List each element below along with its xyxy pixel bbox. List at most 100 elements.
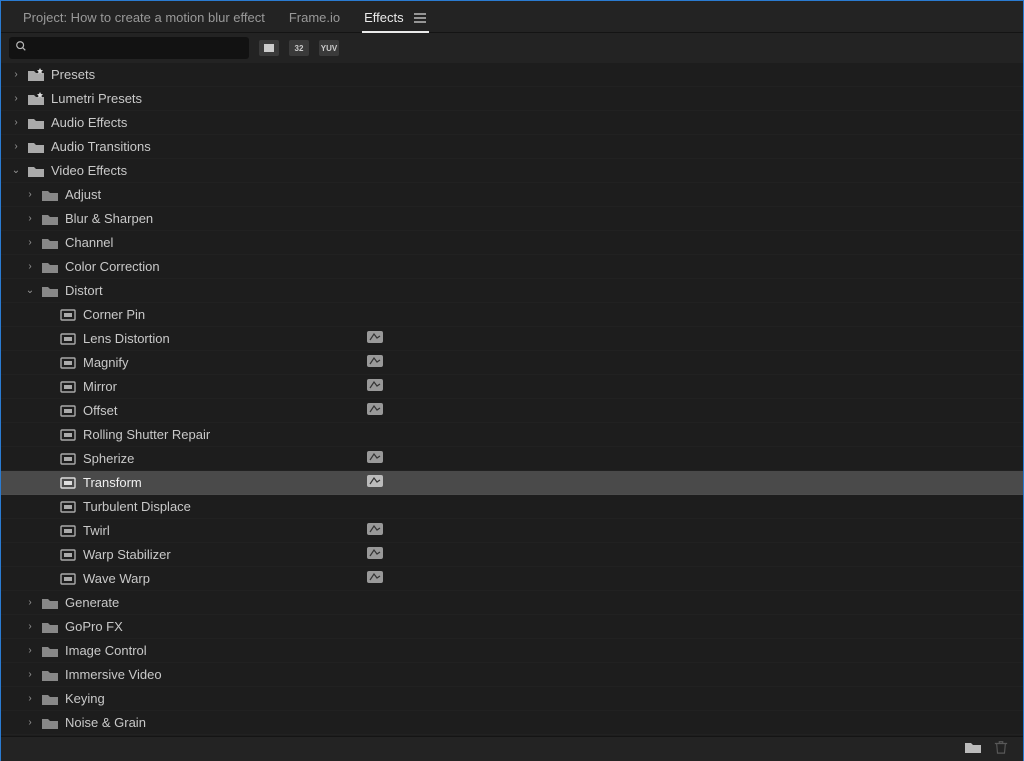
tree-folder-image-control[interactable]: › Image Control [1,639,1023,663]
effect-wave-warp[interactable]: Wave Warp [1,567,1023,591]
tree-label: Video Effects [51,163,127,178]
filter-accelerated-icon[interactable] [259,40,279,56]
tree-label: Generate [65,595,119,610]
tree-folder-channel[interactable]: › Channel [1,231,1023,255]
tree-folder-audio-effects[interactable]: › Audio Effects [1,111,1023,135]
effect-label: Spherize [83,451,134,466]
folder-icon [41,620,59,634]
filter-32bit[interactable]: 32 [289,40,309,56]
tree-label: GoPro FX [65,619,123,634]
tree-folder-gopro-fx[interactable]: › GoPro FX [1,615,1023,639]
panel-menu-icon[interactable] [413,11,427,25]
tree-label: Immersive Video [65,667,162,682]
chevron-right-icon: › [11,141,21,152]
folder-icon [27,140,45,154]
effect-label: Wave Warp [83,571,150,586]
folder-icon [41,260,59,274]
effect-label: Transform [83,475,142,490]
effect-label: Rolling Shutter Repair [83,427,210,442]
effect-label: Corner Pin [83,307,145,322]
effect-label: Warp Stabilizer [83,547,171,562]
folder-icon [41,212,59,226]
chevron-right-icon: › [11,69,21,80]
delete-button[interactable] [993,740,1009,759]
tree-label: Distort [65,283,103,298]
folder-icon [41,668,59,682]
effect-icon [59,356,77,370]
effect-icon [59,572,77,586]
chevron-right-icon: › [25,693,35,704]
effect-magnify[interactable]: Magnify [1,351,1023,375]
effect-spherize[interactable]: Spherize [1,447,1023,471]
folder-icon [41,716,59,730]
folder-icon [41,236,59,250]
accelerated-effect-icon [367,523,383,538]
effect-label: Twirl [83,523,110,538]
effect-icon [59,404,77,418]
tree-folder-noise-grain[interactable]: › Noise & Grain [1,711,1023,735]
tree-folder-keying[interactable]: › Keying [1,687,1023,711]
tree-folder-audio-transitions[interactable]: › Audio Transitions [1,135,1023,159]
accelerated-effect-icon [367,331,383,346]
tree-folder-blur-sharpen[interactable]: › Blur & Sharpen [1,207,1023,231]
tree-label: Image Control [65,643,147,658]
accelerated-effect-icon [367,475,383,490]
tab-project[interactable]: Project: How to create a motion blur eff… [11,3,277,32]
effect-icon [59,380,77,394]
effect-icon [59,428,77,442]
tree-label: Presets [51,67,95,82]
folder-icon [41,644,59,658]
accelerated-effect-icon [367,571,383,586]
tree-folder-distort[interactable]: ⌄ Distort [1,279,1023,303]
preset-bin-icon [27,92,45,106]
effects-tree[interactable]: › Presets › Lumetri Presets › Audio Effe… [1,63,1023,736]
effect-label: Lens Distortion [83,331,170,346]
chevron-right-icon: › [11,93,21,104]
tree-folder-video-effects[interactable]: ⌄ Video Effects [1,159,1023,183]
tab-effects[interactable]: Effects [352,1,439,32]
tree-bin-presets[interactable]: › Presets [1,63,1023,87]
accelerated-effect-icon [367,403,383,418]
tree-folder-adjust[interactable]: › Adjust [1,183,1023,207]
chevron-right-icon: › [25,213,35,224]
effect-turbulent-displace[interactable]: Turbulent Displace [1,495,1023,519]
effect-rolling-shutter-repair[interactable]: Rolling Shutter Repair [1,423,1023,447]
accelerated-effect-icon [367,547,383,562]
effect-offset[interactable]: Offset [1,399,1023,423]
effect-icon [59,452,77,466]
search-input-wrapper[interactable] [9,37,249,59]
accelerated-effect-icon [367,451,383,466]
tree-label: Keying [65,691,105,706]
search-input[interactable] [33,41,243,55]
folder-icon [41,596,59,610]
filter-yuv[interactable]: YUV [319,40,339,56]
accelerated-effect-icon [367,355,383,370]
tree-folder-color-correction[interactable]: › Color Correction [1,255,1023,279]
chevron-right-icon: › [25,189,35,200]
chevron-right-icon: › [25,717,35,728]
effect-transform[interactable]: Transform [1,471,1023,495]
new-bin-button[interactable] [965,740,981,759]
chevron-right-icon: › [25,645,35,656]
effect-icon [59,548,77,562]
tab-frameio[interactable]: Frame.io [277,3,352,32]
tree-label: Channel [65,235,113,250]
tree-bin-lumetri-presets[interactable]: › Lumetri Presets [1,87,1023,111]
tree-folder-generate[interactable]: › Generate [1,591,1023,615]
chevron-down-icon: ⌄ [25,285,35,296]
tree-label: Color Correction [65,259,160,274]
effect-mirror[interactable]: Mirror [1,375,1023,399]
preset-bin-icon [27,68,45,82]
effect-warp-stabilizer[interactable]: Warp Stabilizer [1,543,1023,567]
accelerated-effect-icon [367,379,383,394]
tree-folder-obsolete[interactable]: › Obsolete [1,735,1023,736]
tree-folder-immersive-video[interactable]: › Immersive Video [1,663,1023,687]
chevron-right-icon: › [25,261,35,272]
effect-corner-pin[interactable]: Corner Pin [1,303,1023,327]
chevron-right-icon: › [25,621,35,632]
effect-lens-distortion[interactable]: Lens Distortion [1,327,1023,351]
tree-label: Noise & Grain [65,715,146,730]
chevron-right-icon: › [25,669,35,680]
effect-twirl[interactable]: Twirl [1,519,1023,543]
panel-footer [1,736,1023,761]
